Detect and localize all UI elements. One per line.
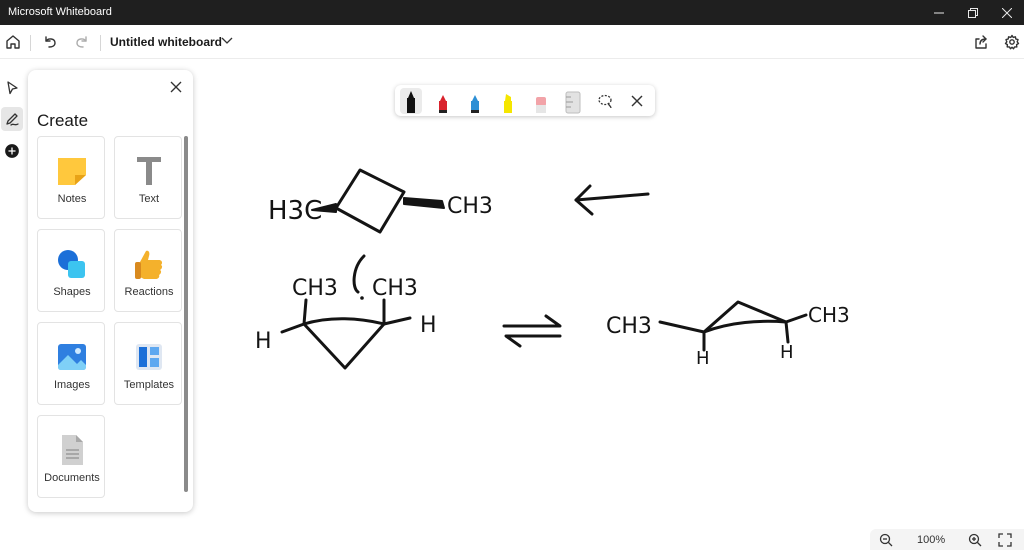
equilibrium-arrows [502,314,562,348]
create-tile-documents[interactable]: Documents [37,415,105,498]
create-tile-templates[interactable]: Templates [114,322,182,405]
create-tile-text[interactable]: Text [114,136,182,219]
thumbs-up-icon [135,250,163,279]
home-icon [6,35,20,49]
create-tile-shapes[interactable]: Shapes [37,229,105,312]
label-h: H [420,313,437,338]
undo-icon [45,36,56,48]
tile-label: Images [53,379,91,391]
undo-button[interactable] [37,29,63,55]
redo-button[interactable] [69,29,95,55]
label-h3c: H3C [268,196,322,226]
title-bar: Microsoft Whiteboard [0,0,1024,25]
zoom-controls: 100% [870,529,1024,550]
chevron-down-icon[interactable] [221,36,233,46]
create-tile-notes[interactable]: Notes [37,136,105,219]
pointer-icon [7,81,18,95]
create-panel: Create Notes Text Shapes Reactions Image… [28,70,193,512]
close-window-button[interactable] [990,0,1024,25]
tile-label: Reactions [124,286,174,298]
inking-tool-button[interactable] [1,107,23,131]
zoom-out-icon [879,533,893,547]
create-tile-reactions[interactable]: Reactions [114,229,182,312]
create-tool-button[interactable] [1,139,23,163]
templates-icon [136,344,162,370]
image-icon [58,344,86,370]
arrow-drawing [574,184,650,216]
restore-button[interactable] [956,0,990,25]
settings-button[interactable] [999,29,1024,55]
conformer-left-drawing: CH3 CH3 H H [255,254,437,370]
label-ch3: CH3 [292,276,338,301]
document-icon [62,435,83,465]
tool-rail [0,70,26,510]
fit-screen-button[interactable] [996,531,1014,549]
create-tile-images[interactable]: Images [37,322,105,405]
label-ch3: CH3 [372,276,418,301]
text-icon [137,157,161,185]
select-tool-button[interactable] [1,76,23,100]
whiteboard-canvas[interactable]: H3C CH3 CH3 CH3 H H CH3 CH3 H H [195,70,1024,530]
header-divider [100,35,101,51]
window-title: Microsoft Whiteboard [8,6,112,18]
label-h: H [255,329,272,354]
close-panel-button[interactable] [168,79,184,95]
gear-icon [1004,34,1020,50]
zoom-out-button[interactable] [877,531,895,549]
zoom-in-icon [968,533,982,547]
label-h: H [780,342,794,363]
share-icon [975,35,987,49]
tile-label: Text [138,193,160,205]
minimize-button[interactable] [922,0,956,25]
pen-icon [6,113,19,126]
sticky-note-icon [58,158,86,185]
home-button[interactable] [0,29,26,55]
cyclobutane-drawing: H3C CH3 [268,168,493,234]
label-h: H [696,348,710,369]
tile-label: Shapes [53,286,91,298]
document-title[interactable]: Untitled whiteboard [110,35,222,49]
zoom-level[interactable]: 100% [917,534,945,546]
close-icon [170,81,182,93]
label-ch3: CH3 [606,314,652,339]
share-button[interactable] [968,29,994,55]
label-ch3: CH3 [447,194,493,219]
tile-label: Documents [44,472,100,484]
panel-title: Create [37,111,89,130]
label-ch3: CH3 [808,303,850,327]
zoom-in-button[interactable] [966,531,984,549]
tile-label: Notes [57,193,87,205]
fit-screen-icon [998,533,1012,547]
conformer-right-drawing: CH3 CH3 H H [606,300,850,369]
plus-circle-icon [5,144,19,158]
tile-label: Templates [123,379,175,391]
redo-icon [76,36,87,48]
panel-scrollbar[interactable] [184,136,188,492]
app-header: Untitled whiteboard [0,25,1024,59]
shapes-icon [58,250,85,278]
header-divider [30,35,31,51]
